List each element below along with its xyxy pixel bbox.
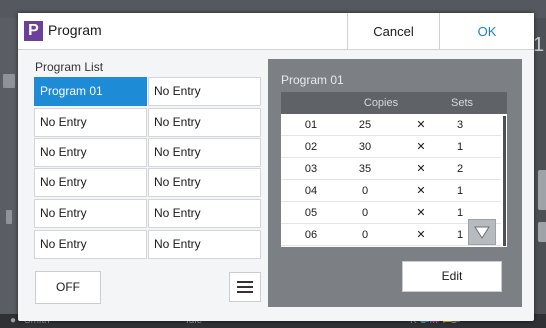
program-cell-05[interactable]: No Entry <box>34 138 147 167</box>
table-row: 01 25 ✕ 3 <box>281 114 501 136</box>
multiply-icon: ✕ <box>416 207 426 219</box>
row-copies: 0 <box>361 229 369 241</box>
program-table-header: Copies Sets <box>281 92 507 114</box>
table-scrollbar[interactable] <box>503 116 506 246</box>
multiply-icon: ✕ <box>416 229 426 241</box>
off-button[interactable]: OFF <box>35 271 101 304</box>
program-cell-04[interactable]: No Entry <box>148 108 261 137</box>
multiply-icon: ✕ <box>416 141 426 153</box>
copies-column-header: Copies <box>363 97 399 109</box>
row-number: 01 <box>304 119 318 131</box>
row-number: 02 <box>304 141 318 153</box>
program-cell-10[interactable]: No Entry <box>148 199 261 228</box>
scroll-down-button[interactable] <box>468 219 496 245</box>
program-icon: P <box>24 21 43 41</box>
table-row: 03 35 ✕ 2 <box>281 158 501 180</box>
background-tab <box>538 222 546 242</box>
program-dialog: P Program Cancel OK Program List Program… <box>18 13 534 321</box>
edit-button[interactable]: Edit <box>402 261 502 292</box>
program-cell-01[interactable]: Program 01 <box>34 77 147 106</box>
program-cell-06[interactable]: No Entry <box>148 138 261 167</box>
row-copies: 25 <box>358 119 372 131</box>
background-counter: 1 <box>533 34 545 56</box>
program-cell-09[interactable]: No Entry <box>34 199 147 228</box>
user-icon: ● <box>10 315 17 326</box>
menu-button[interactable] <box>229 272 261 302</box>
row-sets: 1 <box>456 185 464 197</box>
triangle-down-icon <box>474 226 490 239</box>
multiply-icon: ✕ <box>416 163 426 175</box>
program-cell-02[interactable]: No Entry <box>148 77 261 106</box>
row-number: 03 <box>304 163 318 175</box>
program-cell-07[interactable]: No Entry <box>34 168 147 197</box>
multiply-icon: ✕ <box>416 185 426 197</box>
background-right-bar <box>532 18 546 314</box>
row-number: 05 <box>304 207 318 219</box>
program-list-label: Program List <box>35 60 104 74</box>
dialog-title-bar: P Program Cancel OK <box>18 13 534 50</box>
sets-column-header: Sets <box>450 97 473 109</box>
row-copies: 0 <box>361 185 369 197</box>
background-left-bar <box>0 18 18 314</box>
dots-icon <box>6 210 12 224</box>
row-number: 06 <box>304 229 318 241</box>
row-copies: 0 <box>361 207 369 219</box>
row-sets: 1 <box>456 141 464 153</box>
multiply-icon: ✕ <box>416 119 426 131</box>
program-detail-title: Program 01 <box>281 73 344 87</box>
program-cell-11[interactable]: No Entry <box>34 230 147 259</box>
cancel-button[interactable]: Cancel <box>347 13 439 50</box>
ok-button[interactable]: OK <box>439 13 534 50</box>
document-icon <box>3 74 15 88</box>
program-cell-12[interactable]: No Entry <box>148 230 261 259</box>
row-sets: 2 <box>456 163 464 175</box>
row-copies: 35 <box>358 163 372 175</box>
table-row: 04 0 ✕ 1 <box>281 180 501 202</box>
row-copies: 30 <box>358 141 372 153</box>
row-number: 04 <box>304 185 318 197</box>
program-cell-08[interactable]: No Entry <box>148 168 261 197</box>
row-sets: 3 <box>456 119 464 131</box>
table-row: 02 30 ✕ 1 <box>281 136 501 158</box>
dialog-title: Program <box>48 22 102 38</box>
program-cell-03[interactable]: No Entry <box>34 108 147 137</box>
program-detail-panel: Program 01 Copies Sets 01 25 ✕ 3 02 30 ✕… <box>268 59 522 307</box>
background-tab <box>538 170 546 210</box>
